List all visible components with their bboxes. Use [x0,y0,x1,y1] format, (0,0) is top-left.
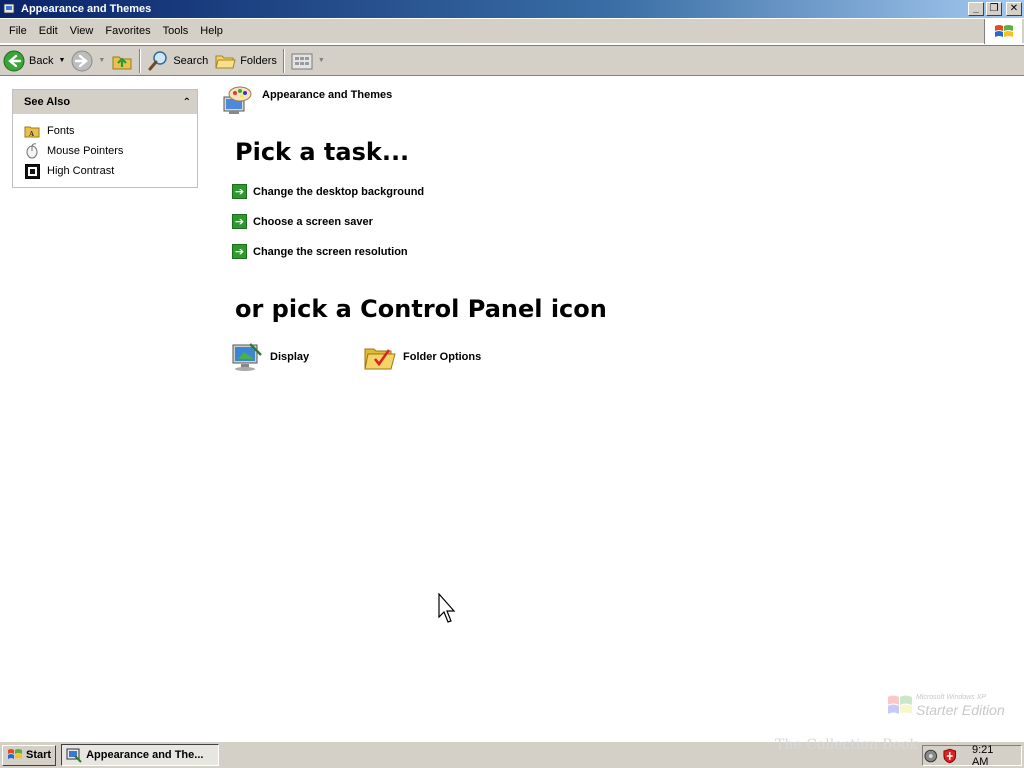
menu-file[interactable]: File [3,21,33,41]
mouse-icon [24,143,40,159]
close-button[interactable]: ✕ [1006,2,1022,16]
views-icon [291,53,313,69]
folder-options-icon-link[interactable]: Folder Options [363,340,481,374]
tray-network-icon[interactable] [923,748,938,764]
folders-icon [215,55,236,68]
see-also-item-high-contrast[interactable]: High Contrast [24,161,197,181]
folders-button[interactable]: Folders [211,48,280,74]
back-button[interactable]: Back ▼ [0,48,68,74]
control-panel-icon-heading: or pick a Control Panel icon [235,295,607,323]
collection-book-watermark: The Collection Book [775,737,918,753]
forward-button[interactable]: ▼ [68,48,108,74]
starter-edition-watermark: Microsoft Windows XP Starter Edition [886,690,1016,720]
clock[interactable]: 9:21 AM [972,744,1011,768]
fonts-folder-icon: A [24,123,40,139]
green-arrow-icon: ➔ [232,244,247,259]
display-label: Display [270,351,310,363]
svg-text:A: A [29,130,34,138]
task-choose-screen-saver[interactable]: ➔ Choose a screen saver [232,214,373,229]
see-also-label: Fonts [47,125,75,137]
folder-options-label: Folder Options [403,351,482,363]
green-arrow-icon: ➔ [232,214,247,229]
menu-edit[interactable]: Edit [33,21,64,41]
toolbar-separator [139,48,142,73]
up-folder-icon [112,56,132,69]
menu-tools[interactable]: Tools [157,21,195,41]
toolbar: Back ▼ ▼ Search Folders ▼ [0,45,1024,76]
menu-help[interactable]: Help [194,21,229,41]
taskbar-window-button[interactable]: Appearance and The... [61,744,220,766]
control-panel-icon [66,748,82,763]
task-change-screen-resolution[interactable]: ➔ Change the screen resolution [232,244,408,259]
task-label: Change the desktop background [253,185,425,198]
windows-flag-watermark-icon [888,695,912,714]
window-title: Appearance and Themes [21,3,152,15]
green-arrow-icon: ➔ [232,184,247,199]
start-button[interactable]: Start [2,744,57,766]
mouse-cursor-icon [438,593,456,623]
restore-button[interactable]: ❐ [986,2,1002,16]
title-bar[interactable]: Appearance and Themes _ ❐ ✕ [0,0,1024,18]
display-icon [232,343,262,371]
menu-view[interactable]: View [64,21,100,41]
forward-arrow-icon [71,50,93,71]
windows-logo-icon [8,749,22,759]
task-label: Change the screen resolution [253,245,408,258]
system-tray: 9:21 AM [922,744,1022,768]
collapse-chevron-icon[interactable]: ⌃ [183,97,191,108]
windows-logo-icon [984,19,1022,44]
menu-bar: File Edit View Favorites Tools Help [0,19,1024,44]
category-title: Appearance and Themes [262,89,393,101]
back-dropdown-icon[interactable]: ▼ [58,57,65,64]
views-dropdown-icon[interactable]: ▼ [318,57,325,64]
search-button[interactable]: Search [144,48,211,74]
see-also-item-mouse-pointers[interactable]: Mouse Pointers [24,141,197,161]
see-also-label: Mouse Pointers [47,145,124,157]
see-also-label: High Contrast [47,165,115,177]
high-contrast-icon [24,163,40,179]
see-also-item-fonts[interactable]: A Fonts [24,121,197,141]
folder-options-icon [364,348,396,370]
views-button[interactable]: ▼ [288,48,328,74]
back-arrow-icon [3,50,25,71]
minimize-button[interactable]: _ [968,2,984,16]
pick-task-heading: Pick a task... [235,138,410,166]
up-folder-button[interactable] [108,48,136,74]
appearance-themes-icon [223,86,252,114]
search-icon [148,50,168,70]
see-also-header[interactable]: See Also ⌃ [13,90,197,114]
category-header: Appearance and Themes [220,85,392,117]
see-also-panel: See Also ⌃ A Fonts Mouse Pointers High C… [12,89,198,188]
security-shield-icon[interactable] [942,748,957,764]
display-icon-link[interactable]: Display [230,340,309,374]
toolbar-separator [282,48,285,73]
task-label: Choose a screen saver [253,215,373,228]
menu-favorites[interactable]: Favorites [99,21,156,41]
control-panel-icon [3,3,15,14]
task-change-desktop-background[interactable]: ➔ Change the desktop background [232,184,424,199]
see-also-title: See Also [24,96,71,108]
forward-dropdown-icon[interactable]: ▼ [98,57,105,64]
